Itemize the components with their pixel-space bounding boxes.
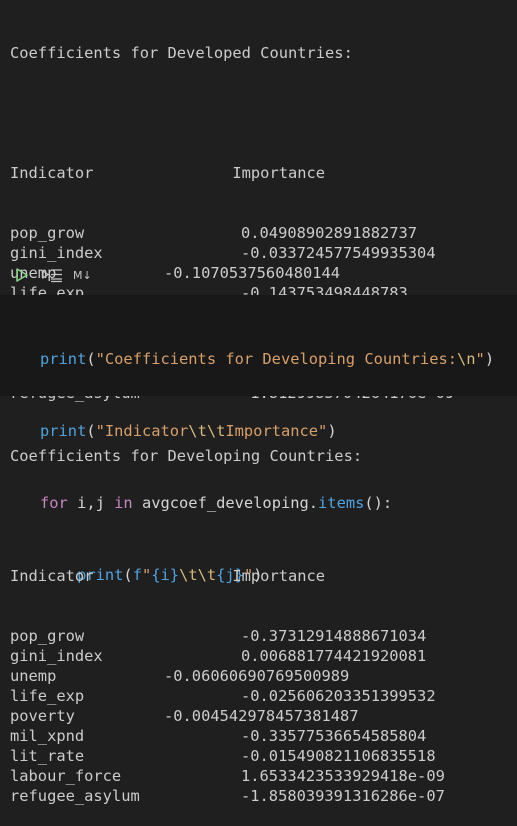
column-header: Indicator Importance	[10, 567, 326, 585]
coefficient-rows: pop_grow -0.37312914888671034 gini_index 0.…	[10, 626, 445, 806]
code-token: "Coefficients for Developing Countries:	[95, 350, 457, 368]
importance-value: 0.04908902891882737	[241, 224, 418, 242]
importance-value: 0.006881774421920081	[241, 647, 427, 665]
cell-focus-bar	[0, 295, 3, 396]
output-blank-line	[10, 506, 362, 526]
column-header: Indicator Importance	[10, 164, 326, 182]
indicator-name: labour_force	[10, 767, 122, 785]
code-token: )	[484, 350, 495, 368]
output-header: Coefficients for Developed Countries:	[10, 44, 353, 62]
coefficient-row: lit_rate -0.015490821106835518	[10, 746, 436, 766]
code-token: ():	[364, 494, 393, 512]
output-blank-line	[10, 103, 353, 123]
coefficient-row: labour_force 1.6533423533929418e-09	[10, 766, 445, 786]
indicator-name: refugee_asylum	[10, 787, 140, 805]
importance-value: -0.015490821106835518	[241, 747, 436, 765]
code-token: "	[475, 350, 485, 368]
indicator-name: pop_grow	[10, 627, 85, 645]
importance-value: -0.004542978457381487	[164, 707, 359, 725]
output-header: Coefficients for Developing Countries:	[10, 447, 363, 465]
execute-below-icon[interactable]	[42, 267, 64, 283]
cell-output-developing: Coefficients for Developing Countries: I…	[10, 406, 445, 826]
coefficient-row: gini_index 0.006881774421920081	[10, 646, 426, 666]
coefficient-row: pop_grow -0.37312914888671034	[10, 626, 426, 646]
code-token: print	[40, 350, 87, 368]
code-token: \n	[457, 350, 476, 368]
cell-toolbar: M↓	[0, 259, 517, 293]
indicator-name: mil_xpnd	[10, 727, 85, 745]
importance-value: -0.33577536654585804	[241, 727, 427, 745]
indicator-name: unemp	[10, 667, 57, 685]
importance-value: -1.858039391316286e-07	[241, 787, 445, 805]
coefficient-row: refugee_asylum -1.858039391316286e-07	[10, 786, 445, 806]
code-cell[interactable]: print("Coefficients for Developing Count…	[0, 295, 517, 584]
indicator-name: gini_index	[10, 647, 103, 665]
importance-value: -0.025606203351399532	[241, 687, 436, 705]
indicator-name: lit_rate	[10, 747, 85, 765]
coefficient-row: mil_xpnd -0.33577536654585804	[10, 726, 426, 746]
importance-value: -0.37312914888671034	[241, 627, 427, 645]
coefficient-row: pop_grow 0.04908902891882737	[10, 223, 417, 243]
importance-value: -0.06060690769500989	[164, 667, 350, 685]
coefficient-row: unemp -0.06060690769500989	[10, 666, 362, 686]
coefficient-row: life_exp -0.025606203351399532	[10, 686, 436, 706]
indicator-name: life_exp	[10, 687, 85, 705]
run-icon[interactable]	[15, 267, 29, 283]
importance-value: 1.6533423533929418e-09	[241, 767, 445, 785]
coefficient-row: poverty -0.004542978457381487	[10, 706, 362, 726]
code-token: (	[86, 350, 96, 368]
indicator-name: poverty	[10, 707, 75, 725]
indicator-name: pop_grow	[10, 224, 85, 242]
markdown-icon[interactable]: M↓	[73, 269, 92, 282]
code-line-1: print("Coefficients for Developing Count…	[40, 347, 494, 371]
